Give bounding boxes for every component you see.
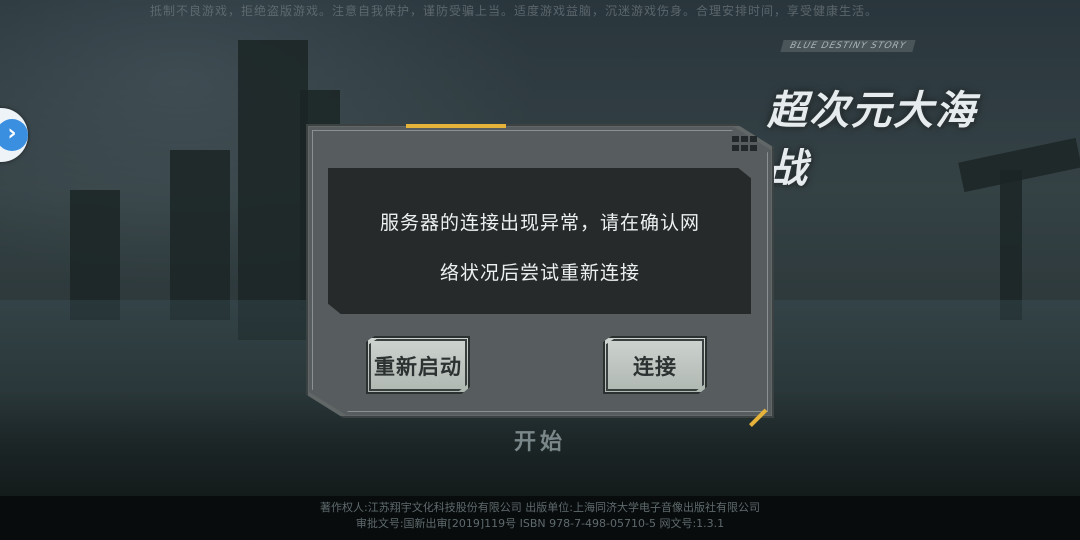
error-message-line2: 络状况后尝试重新连接 xyxy=(439,262,640,284)
game-logo: BLUE DESTINY STORY 超次元大海战 xyxy=(752,40,1002,192)
chevron-right-icon: › xyxy=(0,119,28,151)
background-start-text: 开始 xyxy=(513,430,566,455)
footer-line: 审批文号:国新出审[2019]119号 ISBN 978-7-498-05710… xyxy=(355,517,725,530)
accent-stripe-top xyxy=(406,124,506,128)
connection-error-dialog: 服务器的连接出现异常，请在确认网 络状况后尝试重新连接 重新启动 连接 xyxy=(306,124,774,427)
copyright-footer: 著作权人:江苏翔宇文化科技股份有限公司 出版单位:上海同济大学电子音像出版社有限… xyxy=(0,496,1080,540)
footer-line: 著作权人:江苏翔宇文化科技股份有限公司 出版单位:上海同济大学电子音像出版社有限… xyxy=(320,501,760,514)
grip-icon xyxy=(732,136,758,152)
restart-button-label: 重新启动 xyxy=(374,355,462,379)
connect-button[interactable]: 连接 xyxy=(603,336,707,394)
logo-subtitle: BLUE DESTINY STORY xyxy=(780,40,916,52)
message-panel xyxy=(328,168,751,314)
restart-button[interactable]: 重新启动 xyxy=(366,336,470,394)
connect-button-label: 连接 xyxy=(633,355,677,379)
logo-title: 超次元大海战 xyxy=(767,88,977,192)
error-message-line1: 服务器的连接出现异常，请在确认网 xyxy=(379,212,700,234)
anti-addiction-notice: 抵制不良游戏，拒绝盗版游戏。注意自我保护，谨防受骗上当。适度游戏益脑，沉迷游戏伤… xyxy=(150,4,879,18)
